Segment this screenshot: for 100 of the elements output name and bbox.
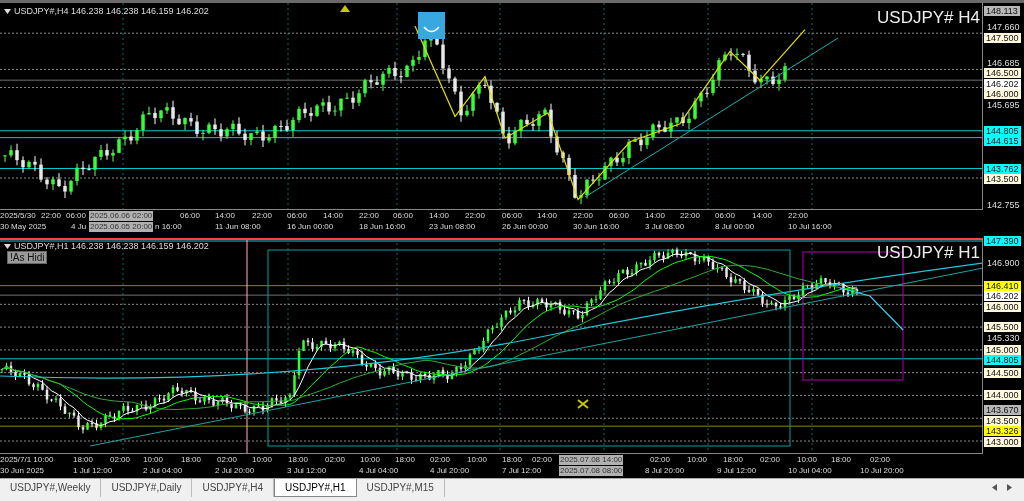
time-label: 10 Jul 20:00 bbox=[860, 466, 904, 476]
time-label: 18:00 bbox=[73, 455, 94, 465]
time-label: 14:00 bbox=[215, 211, 236, 221]
time-label: 18:00 bbox=[723, 455, 744, 465]
price-label: 143.762 bbox=[984, 163, 1021, 174]
time-label: 30 Jun 16:00 bbox=[573, 222, 620, 232]
price-label: 147.660 bbox=[984, 22, 1022, 33]
time-label: 22:00 bbox=[465, 211, 486, 221]
price-label: 143.500 bbox=[984, 415, 1021, 426]
time-label: 18 Jun 16:00 bbox=[359, 222, 406, 232]
price-label: 144.500 bbox=[984, 367, 1021, 378]
time-label: 10 Jul 16:00 bbox=[788, 222, 832, 232]
time-label: 22:00 bbox=[252, 211, 273, 221]
price-label: 145.000 bbox=[984, 344, 1021, 355]
time-label: 02:00 bbox=[650, 455, 671, 465]
time-label: 26 Jun 00:00 bbox=[502, 222, 549, 232]
chart-tab[interactable]: USDJPY#,H1 bbox=[274, 479, 357, 497]
time-label: 2 Jul 04:00 bbox=[143, 466, 183, 476]
time-label: 06:00 bbox=[66, 211, 87, 221]
time-label: 2025.06.05 20:00 bbox=[89, 222, 154, 232]
time-label: 02:00 bbox=[532, 455, 553, 465]
time-label: 10:00 bbox=[467, 455, 488, 465]
time-label: 2025.07.08 14:00 bbox=[559, 455, 624, 465]
time-label: 02:00 bbox=[760, 455, 781, 465]
price-label: 142.755 bbox=[984, 199, 1022, 210]
chart-header: USDJPY#,H4 146.238 146.238 146.159 146.202 bbox=[14, 6, 209, 16]
price-label: 145.695 bbox=[984, 99, 1022, 110]
time-label: 7 Jul 12:00 bbox=[502, 466, 542, 476]
time-label: 10:00 bbox=[143, 455, 164, 465]
time-label: 14:00 bbox=[645, 211, 666, 221]
time-label: 14:00 bbox=[752, 211, 773, 221]
time-label: 2025/7/1 10:00 bbox=[0, 455, 54, 465]
time-label: 11 Jun 08:00 bbox=[215, 222, 261, 232]
time-label: 23 Jun 08:00 bbox=[429, 222, 476, 232]
time-label: 06:00 bbox=[393, 211, 414, 221]
time-label: 30 Jun 2025 bbox=[0, 466, 45, 476]
time-label: 22:00 bbox=[359, 211, 380, 221]
price-label: 144.615 bbox=[984, 136, 1021, 147]
time-label: 02:00 bbox=[217, 455, 238, 465]
time-label: 10:00 bbox=[252, 455, 273, 465]
price-label: 143.670 bbox=[984, 405, 1021, 416]
time-label: 2025.07.08 08:00 bbox=[559, 466, 624, 476]
time-label: 22:00 bbox=[680, 211, 701, 221]
time-label: 2 Jul 20:00 bbox=[215, 466, 255, 476]
time-label: 02:00 bbox=[430, 455, 451, 465]
time-label: 2025/5/30 bbox=[0, 211, 36, 221]
price-label: 145.330 bbox=[984, 332, 1022, 343]
time-label: 18:00 bbox=[502, 455, 523, 465]
time-label: 02:00 bbox=[110, 455, 131, 465]
price-label: 146.900 bbox=[984, 258, 1022, 269]
price-label: 148.113 bbox=[984, 6, 1020, 16]
time-label: 06:00 bbox=[609, 211, 630, 221]
time-label: 14:00 bbox=[323, 211, 344, 221]
time-label: 02:00 bbox=[325, 455, 346, 465]
price-label: 146.685 bbox=[984, 57, 1022, 68]
price-label: 144.805 bbox=[984, 355, 1021, 366]
time-label: 3 Jul 12:00 bbox=[287, 466, 327, 476]
time-label: 06:00 bbox=[502, 211, 523, 221]
price-label: 145.500 bbox=[984, 322, 1021, 333]
time-label: 2025.06.06 02:00 bbox=[89, 211, 154, 221]
price-label: 143.500 bbox=[984, 174, 1021, 184]
time-label: 4 Jul 04:00 bbox=[359, 466, 399, 476]
time-label: 18:00 bbox=[831, 455, 852, 465]
time-label: 18:00 bbox=[395, 455, 416, 465]
hide-button[interactable]: !As Hidi bbox=[7, 251, 48, 264]
price-label: 146.500 bbox=[984, 68, 1021, 79]
time-label: 22:00 bbox=[41, 211, 62, 221]
price-label: 144.000 bbox=[984, 390, 1021, 401]
time-label: 4 Ju bbox=[71, 222, 87, 232]
time-label: 1 Jul 12:00 bbox=[73, 466, 113, 476]
price-label: 143.000 bbox=[984, 436, 1021, 447]
price-label: 146.202 bbox=[984, 291, 1021, 302]
price-label: 144.805 bbox=[984, 125, 1021, 136]
time-label: n 16:00 bbox=[155, 222, 182, 232]
time-label: 10:00 bbox=[687, 455, 708, 465]
time-label: 14:00 bbox=[537, 211, 558, 221]
time-label: 10 Jul 04:00 bbox=[788, 466, 832, 476]
price-label: 146.202 bbox=[984, 78, 1021, 89]
time-label: 16 Jun 00:00 bbox=[287, 222, 334, 232]
time-label: 06:00 bbox=[715, 211, 736, 221]
price-label: 143.326 bbox=[984, 426, 1021, 437]
chart-header: USDJPY#,H1 146.238 146.238 146.159 146.202 bbox=[14, 241, 209, 251]
time-label: 18:00 bbox=[181, 455, 202, 465]
time-label: 3 Jul 08:00 bbox=[645, 222, 685, 232]
time-label: 02:00 bbox=[870, 455, 891, 465]
symbol-label: USDJPY# H4 bbox=[877, 8, 980, 28]
time-label: 14:00 bbox=[429, 211, 450, 221]
time-label: 06:00 bbox=[287, 211, 308, 221]
time-label: 06:00 bbox=[180, 211, 201, 221]
time-label: 22:00 bbox=[573, 211, 594, 221]
price-label: 146.000 bbox=[984, 89, 1021, 100]
price-label: 147.500 bbox=[984, 32, 1021, 43]
price-label: 146.410 bbox=[984, 280, 1021, 291]
time-label: 8 Jul 00:00 bbox=[715, 222, 755, 232]
time-label: 30 May 2025 bbox=[0, 222, 47, 232]
time-label: 10:00 bbox=[360, 455, 381, 465]
time-label: 10:00 bbox=[797, 455, 818, 465]
symbol-label: USDJPY# H1 bbox=[877, 243, 980, 263]
time-label: 18:00 bbox=[288, 455, 309, 465]
time-label: 9 Jul 12:00 bbox=[717, 466, 757, 476]
